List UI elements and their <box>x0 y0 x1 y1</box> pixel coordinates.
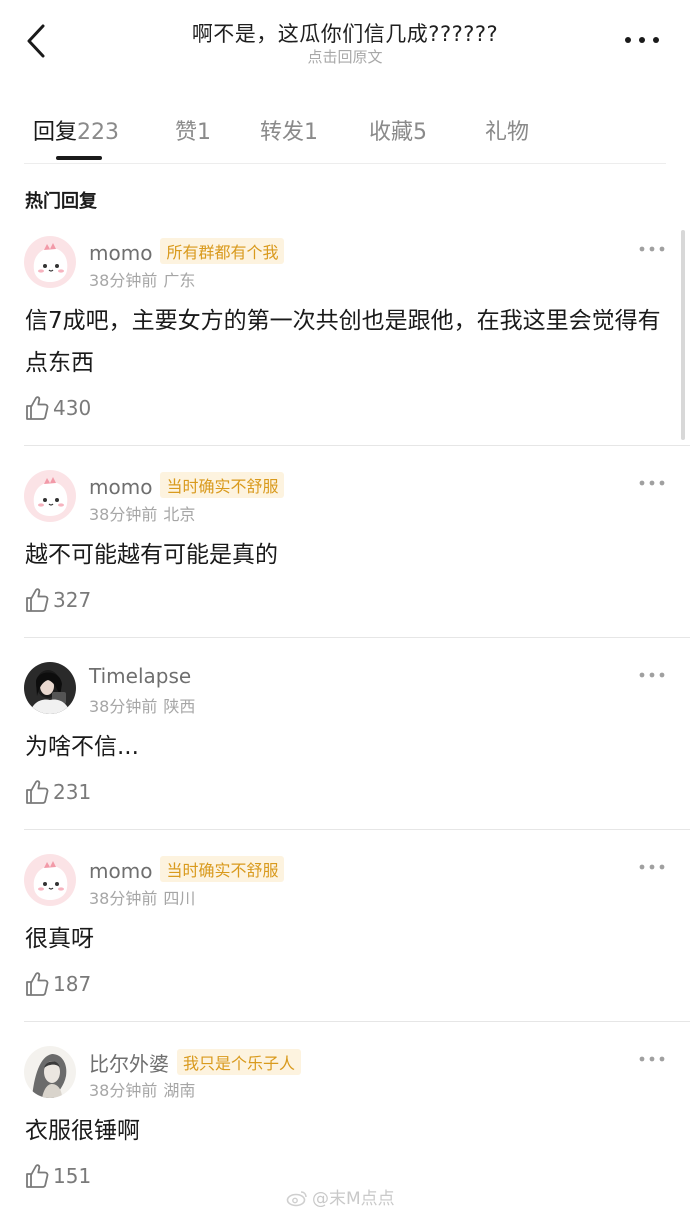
comment-username[interactable]: momo 当时确实不舒服 <box>89 856 285 883</box>
comment-meta: 38分钟前 湖南 <box>89 1077 195 1101</box>
comment-meta: 38分钟前 北京 <box>89 501 195 525</box>
thumbs-up-icon <box>26 396 49 420</box>
tab-likes-count: 1 <box>197 120 212 145</box>
username-text: momo <box>89 241 153 265</box>
comment-username[interactable]: momo 当时确实不舒服 <box>89 472 285 499</box>
comment-divider <box>24 637 690 638</box>
tab-replies[interactable]: 回复223 <box>33 114 119 146</box>
tab-reposts[interactable]: 转发1 <box>260 114 318 146</box>
comment-divider <box>24 445 690 446</box>
tab-replies-label: 回复 <box>33 120 78 145</box>
tabs-divider <box>24 163 666 164</box>
user-badge: 当时确实不舒服 <box>160 472 285 498</box>
comment-username[interactable]: 比尔外婆 我只是个乐子人 <box>89 1048 302 1077</box>
watermark-text: @末M点点 <box>312 1189 395 1209</box>
comment-more-icon[interactable] <box>639 863 665 871</box>
comment-text: 信7成吧，主要女方的第一次共创也是跟他，在我这里会觉得有点东西 <box>25 308 661 376</box>
top-bar: 啊不是，这瓜你们信几成?????? 点击回原文 <box>0 0 690 80</box>
comment-text: 为啥不信... <box>25 734 139 760</box>
back-to-original-link[interactable]: 点击回原文 <box>0 46 690 67</box>
tab-favorites-label: 收藏 <box>369 120 414 145</box>
thumbs-up-icon <box>26 1164 49 1188</box>
thumbs-up-icon <box>26 588 49 612</box>
comment-time: 38分钟前 <box>89 1081 158 1100</box>
username-text: momo <box>89 859 153 883</box>
comment-more-icon[interactable] <box>639 245 665 253</box>
user-badge: 我只是个乐子人 <box>177 1049 302 1075</box>
comment-divider <box>24 829 690 830</box>
more-options-icon[interactable] <box>624 30 660 50</box>
comment-time: 38分钟前 <box>89 697 158 716</box>
like-count: 231 <box>53 780 92 804</box>
comment-location: 湖南 <box>163 1081 196 1100</box>
comment-location: 四川 <box>163 889 196 908</box>
user-badge: 当时确实不舒服 <box>160 856 285 882</box>
username-text: 比尔外婆 <box>89 1052 169 1076</box>
like-count: 151 <box>53 1164 92 1188</box>
comment-time: 38分钟前 <box>89 271 158 290</box>
section-label-hot-replies: 热门回复 <box>25 191 97 212</box>
comment-meta: 38分钟前 陕西 <box>89 693 195 717</box>
username-text: momo <box>89 475 153 499</box>
avatar[interactable] <box>24 470 76 522</box>
scrollbar[interactable] <box>681 230 685 440</box>
comment-username[interactable]: Timelapse <box>89 664 191 688</box>
tab-favorites-count: 5 <box>413 120 428 145</box>
post-title: 啊不是，这瓜你们信几成?????? <box>191 22 499 46</box>
tab-gifts-label: 礼物 <box>485 120 530 145</box>
tab-reposts-label: 转发 <box>260 120 305 145</box>
tab-gifts[interactable]: 礼物 <box>485 114 529 146</box>
comment-text: 很真呀 <box>25 926 94 952</box>
comment-location: 陕西 <box>163 697 196 716</box>
watermark: @末M点点 <box>286 1184 395 1209</box>
avatar[interactable] <box>24 854 76 906</box>
comment-text: 衣服很锤啊 <box>25 1118 140 1144</box>
comment-more-icon[interactable] <box>639 1055 665 1063</box>
avatar[interactable] <box>24 1046 76 1098</box>
like-count: 327 <box>53 588 92 612</box>
thumbs-up-icon <box>26 972 49 996</box>
comment-location: 北京 <box>163 505 196 524</box>
comment-time: 38分钟前 <box>89 505 158 524</box>
thumbs-up-icon <box>26 780 49 804</box>
comment-meta: 38分钟前 广东 <box>89 267 195 291</box>
username-text: Timelapse <box>89 664 192 688</box>
weibo-logo-icon <box>286 1191 307 1207</box>
tab-favorites[interactable]: 收藏5 <box>369 114 427 146</box>
user-badge: 所有群都有个我 <box>160 238 285 264</box>
comment-location: 广东 <box>163 271 196 290</box>
tab-reposts-count: 1 <box>304 120 319 145</box>
comment-text: 越不可能越有可能是真的 <box>25 542 278 568</box>
comment-more-icon[interactable] <box>639 671 665 679</box>
tab-likes-label: 赞 <box>175 120 198 145</box>
avatar[interactable] <box>24 236 76 288</box>
tab-replies-count: 223 <box>77 120 120 145</box>
like-count: 187 <box>53 972 92 996</box>
comment-more-icon[interactable] <box>639 479 665 487</box>
tab-likes[interactable]: 赞1 <box>175 114 211 146</box>
active-tab-indicator <box>56 156 102 160</box>
tab-bar: 回复223 赞1 转发1 收藏5 礼物 <box>0 96 690 164</box>
avatar[interactable] <box>24 662 76 714</box>
comment-time: 38分钟前 <box>89 889 158 908</box>
like-count: 430 <box>53 396 92 420</box>
comment-divider <box>24 1021 690 1022</box>
comment-meta: 38分钟前 四川 <box>89 885 195 909</box>
comment-username[interactable]: momo 所有群都有个我 <box>89 238 285 265</box>
